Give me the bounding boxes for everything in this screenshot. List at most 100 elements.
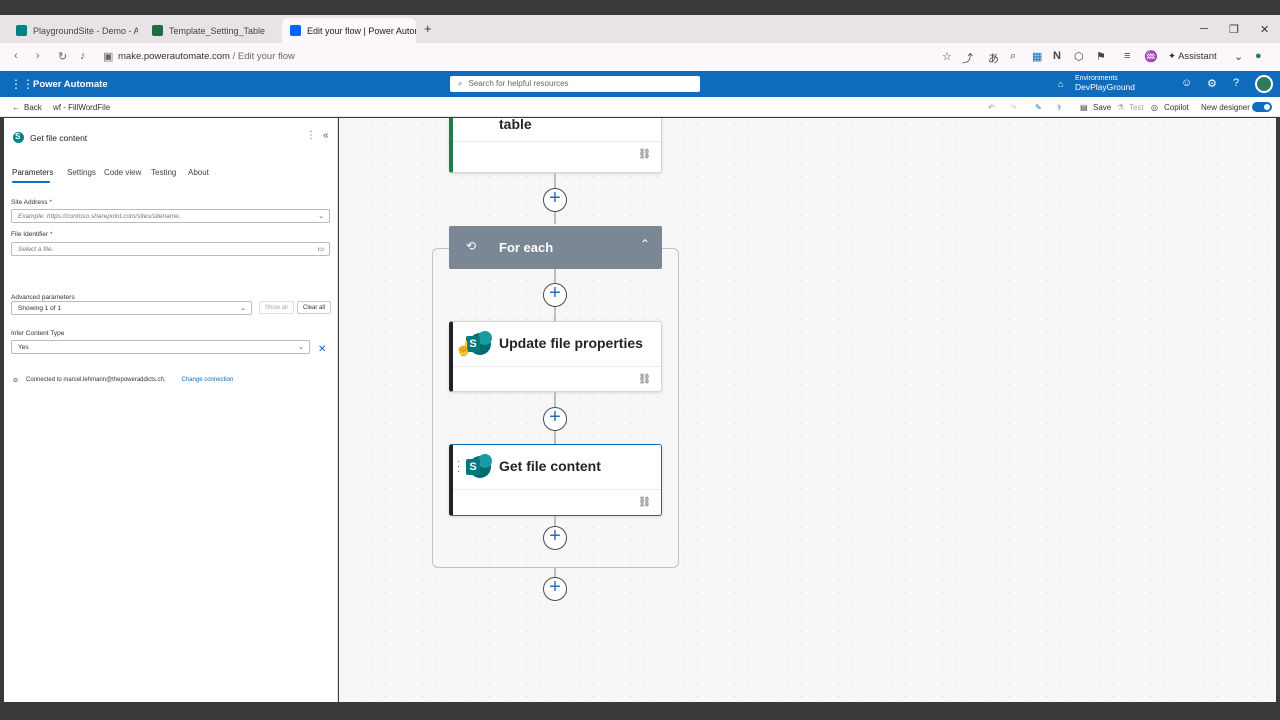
flow-card-table[interactable]: table ⛓ (449, 118, 662, 173)
sharepoint-favicon-icon (16, 25, 27, 36)
flow-card-update-file-properties[interactable]: Update file properties ⛓ (449, 321, 662, 392)
link-icon: ⛓ (638, 497, 651, 508)
tab-label: Template_Setting_Table (169, 25, 266, 36)
flow-name: wf - FillWordFile (53, 103, 111, 112)
settings-gear-icon[interactable]: ⚙ (1207, 77, 1217, 90)
infer-content-type-label: Infer Content Type (11, 330, 65, 337)
tab-parameters[interactable]: Parameters (12, 168, 53, 183)
profile-icon[interactable]: ● (1255, 50, 1262, 62)
panel-title[interactable]: Get file content (30, 133, 87, 143)
back-arrow-icon[interactable]: ‹ (14, 50, 18, 62)
tab-code-view[interactable]: Code view (104, 168, 141, 177)
clear-all-button[interactable]: Clear all (297, 301, 332, 314)
site-address-dropdown[interactable]: Example: https://contoso.sharepoint.com/… (11, 209, 330, 223)
restore-icon[interactable]: ❐ (1229, 23, 1239, 36)
minimize-icon[interactable]: ─ (1200, 23, 1208, 35)
tab-about[interactable]: About (188, 168, 209, 177)
panel-header: Get file content (13, 132, 87, 143)
browser-tab-template[interactable]: Template_Setting_Table (144, 18, 276, 43)
collapse-caret-icon[interactable]: ⌃ (640, 237, 650, 251)
assistant-button[interactable]: ✦ Assistant (1168, 51, 1217, 62)
card-title: Update file properties (499, 335, 643, 351)
comments-icon[interactable]: ✎ (1035, 103, 1042, 112)
infer-content-type-dropdown[interactable]: Yes ⌄ (11, 340, 310, 354)
redo-icon[interactable]: ↷ (1010, 103, 1017, 112)
action-properties-panel: Get file content ⋮ « Parameters Settings… (4, 118, 338, 702)
show-all-button[interactable]: Show all (259, 301, 294, 314)
card-divider (453, 141, 661, 142)
avatar[interactable] (1255, 75, 1273, 93)
back-arrow-icon[interactable]: ← (12, 103, 20, 112)
copilot-button[interactable]: Copilot (1164, 103, 1189, 112)
url-field[interactable]: make.powerautomate.com / Edit your flow (118, 51, 295, 62)
save-button[interactable]: Save (1093, 103, 1111, 112)
folder-icon[interactable]: ▭ (317, 245, 324, 253)
add-step-button[interactable]: + (543, 188, 567, 212)
assistant-label: Assistant (1178, 51, 1217, 62)
extension-icon-2[interactable]: ⚑ (1096, 50, 1106, 63)
new-designer-toggle[interactable] (1252, 102, 1272, 112)
sharepoint-icon (466, 454, 492, 478)
forward-arrow-icon[interactable]: › (36, 50, 40, 62)
microphone-icon[interactable]: ♪ (80, 50, 86, 62)
collapse-panel-icon[interactable]: « (323, 130, 329, 141)
tab-testing[interactable]: Testing (151, 168, 176, 177)
remove-parameter-icon[interactable]: ✕ (318, 344, 326, 355)
excel-favicon-icon (152, 25, 163, 36)
close-window-icon[interactable]: ✕ (1260, 23, 1269, 36)
app-name[interactable]: Power Automate (33, 79, 108, 90)
tab-label: Edit your flow | Power Autom (307, 25, 416, 36)
chevron-down-icon: ⌄ (298, 344, 304, 351)
more-options-icon[interactable]: ⋮ (306, 130, 316, 141)
drag-handle-icon[interactable]: · · · (457, 457, 460, 477)
card-divider (453, 366, 661, 367)
collections-icon[interactable]: ≡ (1124, 50, 1130, 62)
add-step-button[interactable]: + (543, 577, 567, 601)
hand-cursor-icon: ☝ (455, 340, 473, 356)
extension-puzzle-icon[interactable]: ⬡ (1074, 50, 1084, 63)
back-button[interactable]: Back (24, 103, 42, 112)
save-icon: ▤ (1080, 103, 1088, 112)
favorite-star-icon[interactable]: ☆ (942, 50, 952, 63)
foreach-header[interactable]: ⟲ For each ⌃ (449, 226, 662, 269)
app-launcher-icon[interactable]: ⋮⋮ (10, 77, 34, 91)
copilot-icon: ◎ (1151, 103, 1158, 112)
browser-tab-playground[interactable]: PlaygroundSite - Demo - All I (8, 18, 138, 43)
search-icon: ⌕ (458, 79, 463, 88)
search-box[interactable]: ⌕ Search for helpful resources (450, 76, 700, 92)
flow-checker-icon[interactable]: ⚕ (1057, 103, 1061, 112)
undo-icon[interactable]: ↶ (988, 103, 995, 112)
share-icon[interactable]: ⤴ (962, 50, 973, 66)
notifications-icon[interactable]: ☺ (1181, 77, 1192, 89)
site-info-icon[interactable]: ▣ (103, 50, 113, 63)
flow-card-get-file-content[interactable]: ··· Get file content ⛓ (449, 444, 662, 516)
performance-icon[interactable]: ♒ (1144, 50, 1158, 63)
link-icon: ⛓ (638, 149, 651, 160)
advanced-parameters-label: Advanced parameters (11, 294, 75, 301)
card-title: Get file content (499, 458, 601, 474)
flow-canvas[interactable]: table ⛓ + ⟲ For each ⌃ + Update file pro… (339, 118, 1276, 702)
file-identifier-field[interactable]: Select a file. ▭ (11, 242, 330, 256)
advanced-parameters-dropdown[interactable]: Showing 1 of 1 ⌄ (11, 301, 252, 315)
browser-tab-edit-flow[interactable]: Edit your flow | Power Autom (282, 18, 416, 43)
change-connection-link[interactable]: Change connection (182, 377, 234, 384)
outlook-icon[interactable]: ▦ (1032, 50, 1042, 63)
environment-icon: ⌂ (1058, 79, 1064, 89)
url-path: / Edit your flow (229, 51, 295, 62)
help-icon[interactable]: ? (1233, 77, 1239, 89)
new-tab-button[interactable]: + (424, 21, 432, 36)
extension-icon[interactable]: ⌕ (1010, 50, 1016, 63)
notion-icon[interactable]: N (1053, 50, 1061, 62)
add-step-button[interactable]: + (543, 526, 567, 550)
test-button[interactable]: Test (1129, 103, 1144, 112)
tab-settings[interactable]: Settings (67, 168, 96, 177)
advanced-parameters-value: Showing 1 of 1 (18, 305, 62, 312)
translate-icon[interactable]: あ (988, 50, 999, 66)
add-step-button[interactable]: + (543, 407, 567, 431)
browser-tabstrip: PlaygroundSite - Demo - All I Template_S… (0, 15, 1280, 43)
add-step-button[interactable]: + (543, 283, 567, 307)
chevron-down-icon[interactable]: ⌄ (1234, 50, 1243, 63)
refresh-icon[interactable]: ↻ (58, 50, 67, 63)
sharepoint-icon (13, 132, 24, 143)
environment-picker[interactable]: Environments DevPlayGround (1075, 74, 1135, 92)
